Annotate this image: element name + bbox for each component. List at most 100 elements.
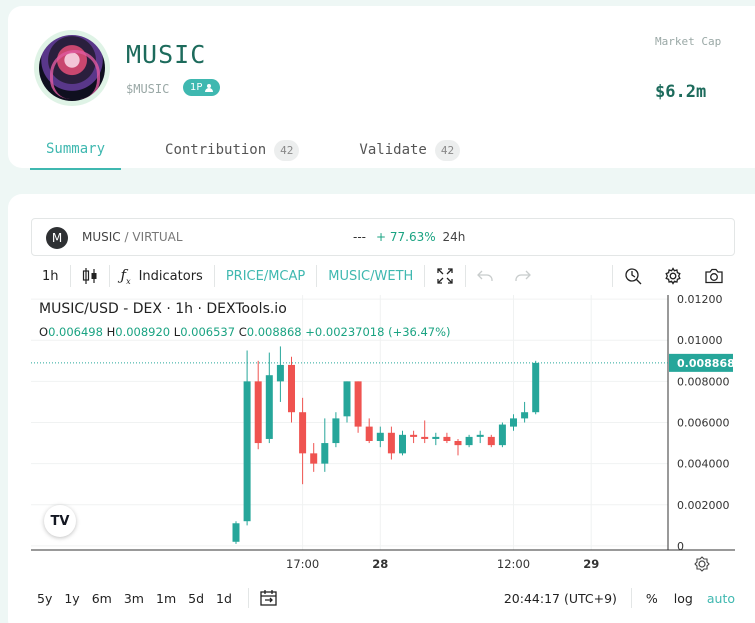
range-3m[interactable]: 3m xyxy=(118,591,150,606)
candle-body xyxy=(443,436,451,442)
candle-body xyxy=(288,364,295,413)
legend-close: 0.008868 xyxy=(246,325,302,339)
candle-body xyxy=(487,436,495,446)
y-tick-label: 0.006000 xyxy=(677,417,730,430)
redo-button[interactable] xyxy=(504,258,542,294)
candle-body xyxy=(354,381,362,427)
pair-change-period: 24h xyxy=(442,230,466,244)
price-chart[interactable]: 0 0.002000 0.004000 0.006000 0.008000 0.01000… xyxy=(31,295,735,572)
bottom-divider xyxy=(630,588,632,608)
log-toggle[interactable]: log xyxy=(666,591,701,606)
candle-body xyxy=(299,412,307,454)
clock-readout[interactable]: 20:44:17 (UTC+9) xyxy=(504,591,617,606)
last-price-label: 0.008868 xyxy=(677,357,735,370)
range-1y[interactable]: 1y xyxy=(58,591,85,606)
tab-contribution-label: Contribution xyxy=(165,142,267,158)
token-header-card: MUSIC $MUSIC 1P Market Cap $6.2m Summary… xyxy=(8,6,755,170)
range-5y[interactable]: 5y xyxy=(31,591,58,606)
y-tick-label: 0.008000 xyxy=(677,375,730,388)
candle-body xyxy=(521,412,529,419)
market-cap-label: Market Cap xyxy=(655,35,722,48)
range-6m[interactable]: 6m xyxy=(86,591,118,606)
tab-contribution-count: 42 xyxy=(274,139,300,161)
candle-body xyxy=(254,381,262,444)
candle-body xyxy=(376,432,384,442)
tab-validate[interactable]: Validate 42 xyxy=(343,130,476,170)
pair-quote: / VIRTUAL xyxy=(124,230,183,244)
snapshot-button[interactable] xyxy=(693,258,735,294)
legend-change: +0.00237018 (+36.47%) xyxy=(305,325,451,339)
x-tick-label: 28 xyxy=(372,557,388,571)
undo-icon xyxy=(477,270,493,281)
candle-body xyxy=(532,362,540,413)
chart-bottom-bar: 5y 1y 6m 3m 1m 5d 1d 20:44:17 (UTC+9) % … xyxy=(31,582,735,614)
candle-body xyxy=(276,364,284,382)
tradingview-logo[interactable]: TV xyxy=(44,505,76,537)
candle-body xyxy=(243,381,251,522)
market-cap-value: $6.2m xyxy=(655,82,707,102)
candle-body xyxy=(432,436,440,439)
candle-body xyxy=(265,375,273,439)
candle-body xyxy=(365,426,373,442)
legend-high: 0.008920 xyxy=(115,325,171,339)
candle-body xyxy=(476,434,484,437)
price-mcap-toggle[interactable]: PRICE/MCAP xyxy=(215,258,316,294)
chart-legend-title: MUSIC/USD - DEX · 1h · DEXTools.io xyxy=(39,301,287,317)
bottom-divider xyxy=(247,588,249,608)
token-symbol: $MUSIC xyxy=(126,82,170,96)
chart-card: M MUSIC / VIRTUAL --- + 77.63% 24h 1h ƒx… xyxy=(8,194,755,623)
search-zoom-icon xyxy=(625,268,642,285)
axis-settings-icon-hub xyxy=(698,560,706,568)
holders-badge[interactable]: 1P xyxy=(183,79,221,96)
candle-body xyxy=(510,418,517,427)
tab-summary[interactable]: Summary xyxy=(30,130,122,170)
gear-icon xyxy=(665,267,681,285)
x-tick-label: 12:00 xyxy=(497,557,530,571)
pair-change: + 77.63% 24h xyxy=(376,230,465,244)
tab-validate-count: 42 xyxy=(434,139,461,161)
fullscreen-icon xyxy=(437,268,453,284)
fullscreen-button[interactable] xyxy=(425,258,465,294)
x-tick-label: 17:00 xyxy=(286,557,319,571)
tab-contribution[interactable]: Contribution 42 xyxy=(149,130,315,170)
redo-icon xyxy=(515,270,532,281)
settings-button[interactable] xyxy=(653,258,693,294)
range-1m[interactable]: 1m xyxy=(150,591,182,606)
auto-scale-toggle[interactable]: auto xyxy=(701,591,735,606)
person-icon xyxy=(205,83,214,92)
axis-settings-icon-rim xyxy=(694,556,710,572)
tab-validate-label: Validate xyxy=(359,142,427,158)
pair-base: MUSIC xyxy=(82,230,121,244)
token-name: MUSIC xyxy=(126,40,207,69)
date-range-button[interactable] xyxy=(259,589,279,607)
legend-low: 0.006537 xyxy=(180,325,236,339)
indicators-label: Indicators xyxy=(138,268,203,284)
holders-badge-label: 1P xyxy=(190,82,203,93)
pair-avatar: M xyxy=(46,227,68,249)
pair-switch-button[interactable]: MUSIC/WETH xyxy=(317,258,424,294)
candle-body xyxy=(410,434,418,437)
chart-legend-ohlc: O0.006498 H0.008920 L0.006537 C0.008868 … xyxy=(39,325,451,339)
candle-type-icon xyxy=(82,268,97,284)
calendar-arrow-icon xyxy=(260,590,277,606)
undo-button[interactable] xyxy=(466,258,504,294)
candle-type-button[interactable] xyxy=(71,258,109,294)
tab-summary-label: Summary xyxy=(46,141,106,157)
y-tick-label: 0.01200 xyxy=(677,295,723,306)
indicators-button[interactable]: ƒx Indicators xyxy=(110,258,214,294)
candle-body xyxy=(498,424,506,446)
chart-toolbar: 1h ƒx Indicators PRICE/MCAP MUSIC/WETH xyxy=(31,258,735,294)
range-5d[interactable]: 5d xyxy=(182,591,210,606)
y-tick-label: 0.002000 xyxy=(677,499,730,512)
percent-toggle[interactable]: % xyxy=(638,591,666,606)
candle-body xyxy=(310,453,318,464)
pair-name: MUSIC / VIRTUAL xyxy=(82,230,183,244)
candle-body xyxy=(421,436,429,439)
range-1d[interactable]: 1d xyxy=(210,591,238,606)
interval-button[interactable]: 1h xyxy=(31,258,70,294)
camera-icon xyxy=(705,268,723,284)
axis-settings-icon[interactable] xyxy=(694,556,710,572)
chart-candles xyxy=(232,346,540,544)
quick-search-button[interactable] xyxy=(613,258,653,294)
pair-info-bar: M MUSIC / VIRTUAL --- + 77.63% 24h xyxy=(31,218,735,256)
